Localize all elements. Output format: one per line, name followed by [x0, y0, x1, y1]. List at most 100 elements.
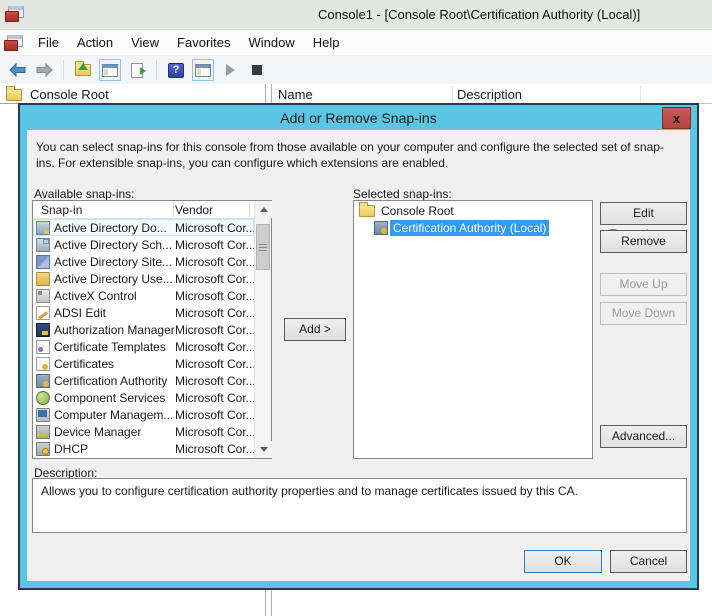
folder-icon — [359, 205, 375, 217]
device-manager-icon — [36, 425, 50, 439]
add-button[interactable]: Add > — [284, 318, 346, 341]
snapin-vendor: Microsoft Cor... — [175, 340, 256, 354]
column-header-name[interactable]: Name — [278, 87, 313, 102]
menu-bar: FileActionViewFavoritesWindowHelp — [0, 30, 712, 56]
certification-authority-icon — [374, 221, 388, 235]
snapin-name: ActiveX Control — [54, 289, 137, 303]
tree-root-label: Console Root — [30, 87, 109, 102]
selected-snapins-label: Selected snap-ins: — [353, 187, 452, 201]
menu-action[interactable]: Action — [68, 31, 122, 54]
folder-icon — [6, 89, 22, 101]
mmc-app-icon-small[interactable] — [4, 35, 23, 51]
mmc-app-icon — [5, 6, 24, 22]
snapin-name: Device Manager — [54, 425, 141, 439]
snapin-name: Component Services — [54, 391, 165, 405]
activex-control-icon — [36, 289, 50, 303]
snapin-row[interactable]: Active Directory Do... Microsoft Cor... — [33, 219, 254, 236]
snapin-row[interactable]: Certificates Microsoft Cor... — [33, 355, 254, 372]
snapin-vendor: Microsoft Cor... — [175, 238, 256, 252]
snapin-name: Authorization Manager — [54, 323, 175, 337]
snapin-vendor: Microsoft Cor... — [175, 306, 256, 320]
column-header-snapin[interactable]: Snap-in — [41, 203, 82, 217]
action-pane-icon — [195, 64, 211, 77]
console-tree-icon — [102, 64, 118, 77]
folder-up-icon — [75, 64, 91, 76]
snapin-vendor: Microsoft Cor... — [175, 442, 256, 456]
menu-window[interactable]: Window — [240, 31, 304, 54]
dhcp-icon — [36, 442, 50, 456]
dialog-body: You can select snap-ins for this console… — [27, 130, 690, 581]
play-icon — [226, 64, 235, 76]
certificate-templates-icon — [36, 340, 50, 354]
advanced-button[interactable]: Advanced... — [600, 425, 687, 448]
snapin-row[interactable]: Certification AuthorityMicrosoft Cor... — [33, 372, 254, 389]
list-scrollbar[interactable] — [254, 201, 271, 458]
component-services-icon — [36, 391, 50, 405]
snapin-name: DHCP — [54, 442, 88, 456]
certification-authority-icon — [36, 374, 50, 388]
certificates-icon — [36, 357, 50, 371]
snapin-row[interactable]: Active Directory Use...Microsoft Cor... — [33, 270, 254, 287]
console-root-label: Console Root — [381, 204, 454, 218]
snapin-row[interactable]: DHCP Microsoft Cor... — [33, 440, 254, 457]
snapin-row[interactable]: Certificate TemplatesMicrosoft Cor... — [33, 338, 254, 355]
description-box: Allows you to configure certification au… — [32, 478, 687, 533]
snapin-row[interactable]: Device ManagerMicrosoft Cor... — [33, 423, 254, 440]
menu-view[interactable]: View — [122, 31, 168, 54]
active-directory-domains-icon — [36, 221, 50, 235]
show-action-pane-button[interactable] — [192, 59, 214, 81]
help-icon: ? — [168, 63, 184, 78]
menu-file[interactable]: File — [29, 31, 68, 54]
menu-help[interactable]: Help — [304, 31, 349, 54]
dialog-intro-text: You can select snap-ins for this console… — [36, 140, 676, 171]
console-root-item[interactable]: Console Root — [354, 201, 592, 218]
snapin-name: Certificates — [54, 357, 114, 371]
stop-icon — [252, 65, 262, 75]
snapin-row[interactable]: Active Directory Site...Microsoft Cor... — [33, 253, 254, 270]
menu-bar-items: FileActionViewFavoritesWindowHelp — [29, 31, 349, 54]
menu-favorites[interactable]: Favorites — [168, 31, 239, 54]
snapin-vendor: Microsoft Cor... — [175, 408, 256, 422]
snapin-name: Active Directory Use... — [54, 272, 173, 286]
move-up-button: Move Up — [600, 273, 687, 296]
selected-snapin-item[interactable]: Certification Authority (Local) — [354, 218, 592, 236]
snapin-name: Active Directory Do... — [54, 221, 167, 235]
scroll-up-icon[interactable] — [255, 201, 272, 218]
forward-button[interactable] — [33, 59, 55, 81]
selected-snapin-label: Certification Authority (Local) — [390, 220, 549, 236]
snapin-row[interactable]: Component ServicesMicrosoft Cor... — [33, 389, 254, 406]
stop-button[interactable] — [246, 59, 268, 81]
export-list-button[interactable] — [126, 59, 148, 81]
column-header-description[interactable]: Description — [457, 87, 522, 102]
toolbar-separator — [63, 60, 64, 80]
remove-button[interactable]: Remove — [600, 230, 687, 253]
snapin-row[interactable]: ActiveX ControlMicrosoft Cor... — [33, 287, 254, 304]
back-button[interactable] — [6, 59, 28, 81]
play-button[interactable] — [219, 59, 241, 81]
ok-button[interactable]: OK — [524, 550, 602, 573]
available-snapins-label: Available snap-ins: — [34, 187, 135, 201]
snapin-row[interactable]: Active Directory Sch...Microsoft Cor... — [33, 236, 254, 253]
snapin-row[interactable]: ADSI EditMicrosoft Cor... — [33, 304, 254, 321]
list-header: Snap-in Vendor — [33, 201, 254, 219]
snapin-vendor: Microsoft Cor... — [175, 357, 256, 371]
edit-extensions-button[interactable]: Edit Extensions... — [600, 202, 687, 225]
available-snapins-list: Snap-in Vendor Active Directory Do... Mic… — [32, 200, 272, 459]
close-icon[interactable]: x — [662, 107, 691, 129]
active-directory-sites-icon — [36, 255, 50, 269]
snapin-name: Active Directory Site... — [54, 255, 172, 269]
cancel-button[interactable]: Cancel — [610, 550, 687, 573]
scrollbar-thumb[interactable] — [256, 224, 270, 270]
snapin-row[interactable]: Authorization ManagerMicrosoft Cor... — [33, 321, 254, 338]
window-titlebar: Console1 - [Console Root\Certification A… — [0, 0, 712, 30]
tree-root-item[interactable]: Console Root — [0, 86, 265, 104]
list-column-headers: Name Description — [272, 84, 712, 104]
help-button[interactable]: ? — [165, 59, 187, 81]
up-one-level-button[interactable] — [72, 59, 94, 81]
column-header-vendor[interactable]: Vendor — [175, 203, 213, 217]
snapin-row[interactable]: Computer Managem...Microsoft Cor... — [33, 406, 254, 423]
scroll-down-icon[interactable] — [255, 441, 272, 458]
show-console-tree-button[interactable] — [99, 59, 121, 81]
snapin-vendor: Microsoft Cor... — [175, 221, 256, 235]
active-directory-schema-icon — [36, 238, 50, 252]
